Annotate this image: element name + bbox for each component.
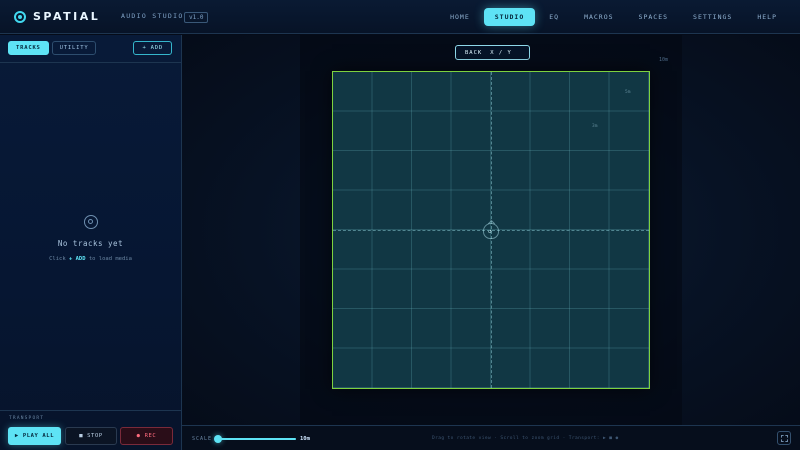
brand-name: SPATIAL [33, 10, 101, 23]
scale-unit: m [306, 436, 310, 442]
version-badge: v1.0 [184, 12, 209, 23]
play-icon: ▶ [14, 433, 19, 439]
fullscreen-icon [780, 434, 788, 442]
scale-slider-thumb[interactable] [214, 435, 222, 443]
nav-settings[interactable]: SETTINGS [682, 8, 743, 26]
footer-hints: Drag to rotate view · Scroll to zoom gri… [432, 436, 619, 441]
tab-tracks[interactable]: TRACKS [8, 41, 49, 55]
tracks-panel: TRACKS UTILITY + ADD No tracks yet Click… [0, 35, 182, 450]
tab-utility[interactable]: UTILITY [51, 41, 97, 55]
top-bar: SPATIAL AUDIO STUDIO v1.0 HOME STUDIO EQ… [0, 0, 800, 34]
stop-icon: ■ [79, 433, 84, 439]
stage-footer: SCALE 10m Drag to rotate view · Scroll t… [182, 425, 800, 450]
panel-divider [0, 62, 181, 63]
view-back-label[interactable]: BACK [465, 50, 482, 56]
add-track-button[interactable]: + ADD [133, 41, 172, 55]
record-label: REC [144, 433, 157, 439]
rotate-icon: ↺ [488, 228, 492, 235]
scale-value: 10m [300, 436, 310, 442]
scale-slider[interactable] [214, 435, 296, 443]
scale-slider-fill [218, 438, 296, 440]
view-mode-toggle[interactable]: BACK X / Y [455, 45, 530, 60]
empty-hint-after: to load media [85, 256, 132, 262]
empty-tracks-icon [83, 215, 98, 229]
spatial-stage: BACK X / Y 10m 5m 3m ↺ [182, 35, 800, 425]
nav-help[interactable]: HELP [746, 8, 788, 26]
empty-state: No tracks yet Click + ADD to load media [0, 215, 181, 262]
fullscreen-button[interactable] [777, 431, 791, 445]
empty-title: No tracks yet [57, 239, 124, 248]
scale-label: SCALE [192, 436, 213, 442]
record-icon: ● [136, 433, 141, 439]
grid-distance-label: 3m [592, 124, 598, 129]
zoom-readout: 10m [659, 57, 669, 63]
grid-distance-label: 5m [625, 90, 631, 95]
nav-eq[interactable]: EQ [538, 8, 570, 26]
app-subtitle: AUDIO STUDIO [121, 12, 184, 20]
play-all-button[interactable]: ▶ PLAY ALL [8, 427, 61, 445]
nav-macros[interactable]: MACROS [573, 8, 624, 26]
nav-home[interactable]: HOME [439, 8, 481, 26]
transport-section: TRANSPORT ▶ PLAY ALL ■ STOP ● REC [0, 410, 181, 450]
nav-studio[interactable]: STUDIO [483, 8, 536, 26]
position-grid[interactable]: 5m 3m ↺ [332, 71, 650, 389]
transport-label: TRANSPORT [9, 416, 45, 421]
scale-number: 10 [300, 436, 307, 442]
stop-label: STOP [87, 433, 103, 439]
play-all-label: PLAY ALL [22, 433, 55, 439]
logo-icon [14, 10, 26, 23]
main-nav: HOME STUDIO EQ MACROS SPACES SETTINGS HE… [436, 8, 788, 26]
nav-spaces[interactable]: SPACES [628, 8, 679, 26]
panel-tabs: TRACKS UTILITY [8, 41, 99, 55]
view-xy-label[interactable]: X / Y [490, 50, 512, 56]
record-button[interactable]: ● REC [120, 427, 173, 445]
empty-hint-before: Click [49, 256, 69, 262]
brand[interactable]: SPATIAL [14, 10, 100, 23]
stop-button[interactable]: ■ STOP [65, 427, 117, 445]
empty-hint-key: + ADD [68, 256, 86, 262]
empty-hint: Click + ADD to load media [0, 256, 181, 262]
